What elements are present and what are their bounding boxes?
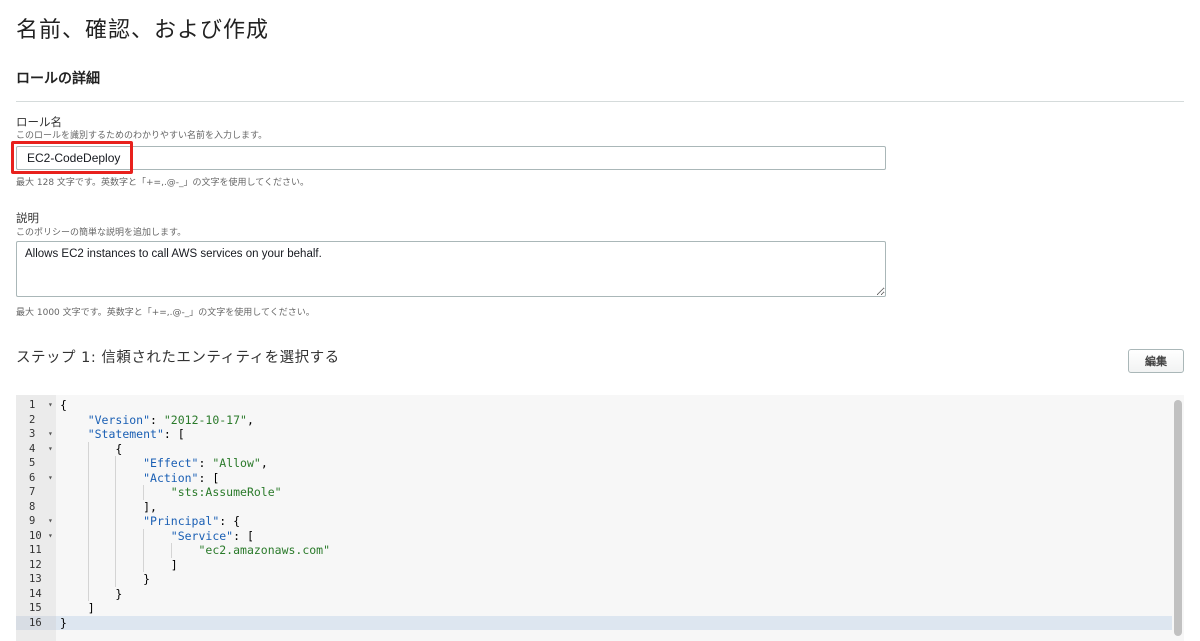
- description-textarea[interactable]: Allows EC2 instances to call AWS service…: [16, 241, 886, 297]
- page-title: 名前、確認、および作成: [16, 18, 270, 43]
- line-number: 8: [29, 500, 36, 513]
- code-text: ]: [60, 557, 178, 572]
- fold-arrow-icon[interactable]: ▾: [48, 471, 56, 486]
- code-line[interactable]: 6 ▾ "Action": [: [16, 471, 1172, 486]
- fold-arrow-icon[interactable]: ▾: [48, 529, 56, 544]
- code-text: {: [60, 398, 67, 412]
- code-line[interactable]: 3 ▾ "Statement": [: [16, 427, 1172, 442]
- section-divider: [16, 101, 1184, 102]
- line-number: 14: [29, 587, 42, 600]
- fold-arrow-icon[interactable]: ▾: [48, 398, 56, 413]
- indent-guide: [170, 543, 172, 558]
- code-line[interactable]: 13 }: [16, 572, 1172, 587]
- description-label: 説明: [16, 211, 39, 225]
- description-hint: 最大 1000 文字です。英数字と「+=,.@-_」の文字を使用してください。: [16, 308, 315, 318]
- indent-guide: [87, 441, 89, 601]
- role-name-description: このロールを識別するためのわかりやすい名前を入力します。: [16, 131, 268, 141]
- line-number: 7: [29, 486, 36, 498]
- role-name-input[interactable]: [16, 146, 886, 170]
- fold-arrow-icon[interactable]: ▾: [48, 427, 56, 442]
- code-text: "sts:AssumeRole": [170, 485, 282, 499]
- indent-guide: [143, 528, 145, 572]
- role-details-heading: ロールの詳細: [16, 71, 100, 87]
- code-line[interactable]: 8 ],: [16, 500, 1172, 515]
- edit-button[interactable]: 編集: [1128, 349, 1184, 373]
- description-sublabel: このポリシーの簡単な説明を追加します。: [16, 228, 187, 238]
- code-line[interactable]: 16}: [16, 615, 1172, 630]
- line-number: 15: [29, 602, 42, 614]
- code-line[interactable]: 2 "Version": "2012-10-17",: [16, 413, 1172, 428]
- code-text: "Statement": [: [87, 427, 185, 441]
- code-text: {: [60, 441, 123, 456]
- code-text: "Service": [: [170, 528, 254, 543]
- code-line[interactable]: 7 "sts:AssumeRole": [16, 485, 1172, 500]
- indent-guide: [115, 456, 117, 587]
- code-text: }: [60, 586, 123, 601]
- code-text: "ec2.amazonaws.com": [198, 543, 331, 557]
- editor-scrollbar-thumb[interactable]: [1174, 400, 1182, 636]
- code-line[interactable]: 9 ▾ "Principal": {: [16, 514, 1172, 529]
- code-text: }: [60, 615, 67, 630]
- trust-policy-editor[interactable]: 1 ▾{2 "Version": "2012-10-17", 3 ▾ "Stateme…: [16, 395, 1184, 641]
- code-line[interactable]: 10 ▾ "Service": [: [16, 529, 1172, 544]
- code-line[interactable]: 12 ]: [16, 558, 1172, 573]
- code-line[interactable]: 5 "Effect": "Allow",: [16, 456, 1172, 471]
- code-line[interactable]: 1 ▾{: [16, 398, 1172, 413]
- line-number: 13: [29, 573, 42, 585]
- code-text: ]: [60, 601, 95, 615]
- line-number: 11: [29, 544, 42, 556]
- editor-scrollbar[interactable]: [1172, 395, 1184, 641]
- code-text: }: [60, 572, 151, 586]
- line-number: 2: [29, 413, 36, 426]
- fold-arrow-icon[interactable]: ▾: [48, 442, 56, 457]
- code-text: ],: [60, 499, 157, 514]
- line-number: 5: [29, 457, 36, 469]
- line-number: 12: [29, 558, 42, 571]
- line-number: 16: [16, 615, 56, 630]
- code-line[interactable]: 15 ]: [16, 601, 1172, 616]
- code-line[interactable]: 14 }: [16, 587, 1172, 602]
- code-text: "Version": "2012-10-17",: [87, 412, 254, 427]
- step1-title: ステップ 1: 信頼されたエンティティを選択する: [16, 350, 340, 366]
- code-line[interactable]: 11 "ec2.amazonaws.com": [16, 543, 1172, 558]
- indent-guide: [143, 485, 145, 500]
- role-name-hint: 最大 128 文字です。英数字と「+=,.@-_」の文字を使用してください。: [16, 178, 310, 188]
- code-text: "Effect": "Allow",: [143, 456, 268, 470]
- code-text: "Action": [: [143, 470, 220, 485]
- code-line[interactable]: 4 ▾ {: [16, 442, 1172, 457]
- fold-arrow-icon[interactable]: ▾: [48, 514, 56, 529]
